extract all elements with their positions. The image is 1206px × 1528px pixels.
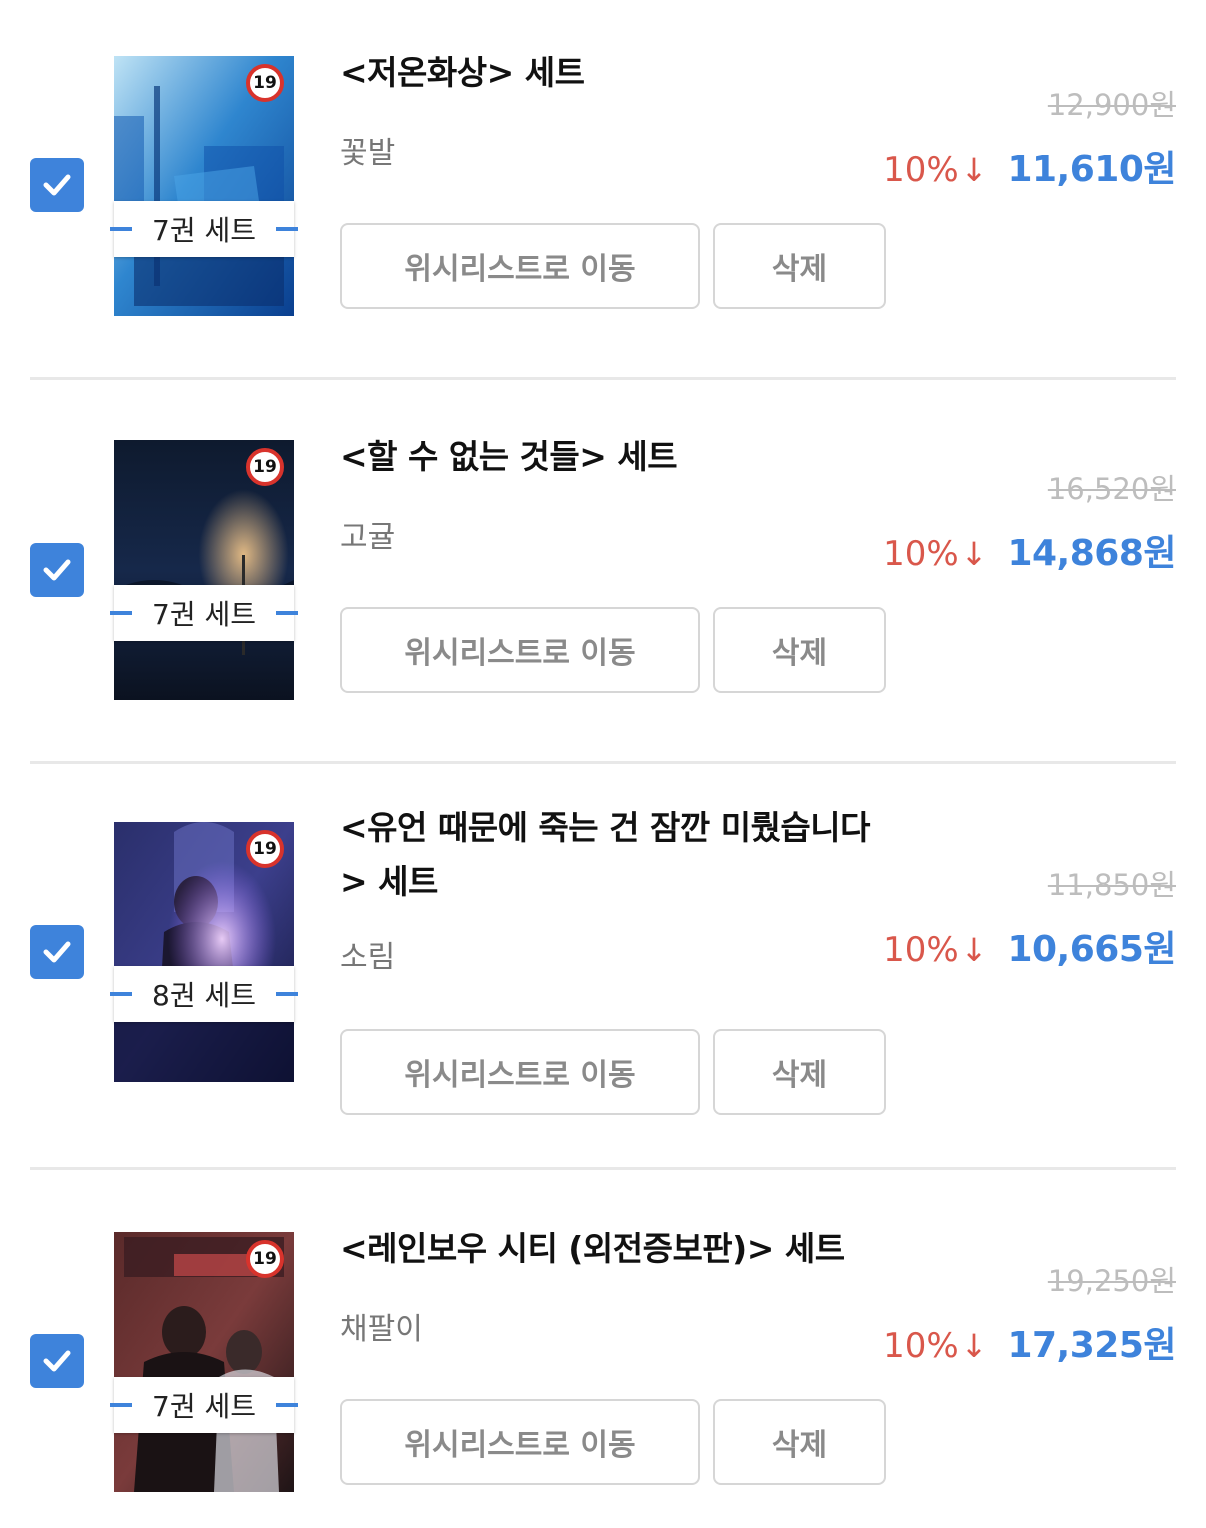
item-divider	[30, 761, 1176, 764]
book-author[interactable]: 고귤	[340, 512, 395, 556]
price-row: 10% ↓ 11,610원	[883, 140, 1176, 192]
book-cover[interactable]: 19	[114, 440, 294, 700]
book-author[interactable]: 소림	[340, 932, 395, 976]
price-row: 10% ↓ 17,325원	[883, 1316, 1176, 1368]
set-count-text: 7권 세트	[152, 598, 256, 631]
label-dash	[110, 227, 132, 231]
delete-button[interactable]: 삭제	[713, 607, 886, 693]
final-price: 11,610원	[1007, 149, 1176, 190]
label-dash	[276, 611, 298, 615]
move-to-wishlist-button[interactable]: 위시리스트로 이동	[340, 1029, 700, 1115]
age-19-badge-icon: 19	[246, 830, 284, 868]
down-arrow-icon: ↓	[960, 1327, 988, 1365]
checkmark-icon	[43, 559, 71, 581]
checkmark-icon	[43, 1350, 71, 1372]
down-arrow-icon: ↓	[960, 535, 988, 573]
age-19-badge-icon: 19	[246, 64, 284, 102]
label-dash	[110, 611, 132, 615]
book-title[interactable]: <저온화상> 세트	[340, 46, 880, 100]
original-price: 12,900원	[1047, 88, 1176, 122]
discount-rate: 10%	[883, 534, 959, 574]
item-divider	[30, 1167, 1176, 1170]
book-cover[interactable]: 19	[114, 56, 294, 316]
price-row: 10% ↓ 14,868원	[883, 524, 1176, 576]
price-row: 10% ↓ 10,665원	[883, 920, 1176, 972]
discount-rate: 10%	[883, 1326, 959, 1366]
set-count-text: 7권 세트	[152, 214, 256, 247]
label-dash	[276, 227, 298, 231]
original-price: 19,250원	[1047, 1264, 1176, 1298]
set-count-label: 7권 세트	[110, 201, 298, 257]
original-price: 16,520원	[1047, 472, 1176, 506]
delete-button[interactable]: 삭제	[713, 223, 886, 309]
book-author[interactable]: 채팔이	[340, 1304, 423, 1348]
label-dash	[110, 992, 132, 996]
down-arrow-icon: ↓	[960, 151, 988, 189]
delete-button[interactable]: 삭제	[713, 1399, 886, 1485]
set-count-label: 7권 세트	[110, 1377, 298, 1433]
set-count-text: 8권 세트	[152, 979, 256, 1012]
label-dash	[276, 1403, 298, 1407]
move-to-wishlist-button[interactable]: 위시리스트로 이동	[340, 1399, 700, 1485]
set-count-text: 7권 세트	[152, 1390, 256, 1423]
final-price: 10,665원	[1007, 929, 1176, 970]
book-cover[interactable]: 19	[114, 822, 294, 1082]
move-to-wishlist-button[interactable]: 위시리스트로 이동	[340, 223, 700, 309]
book-title[interactable]: <유언 때문에 죽는 건 잠깐 미뤘습니다> 세트	[340, 801, 880, 909]
original-price: 11,850원	[1047, 868, 1176, 902]
book-title[interactable]: <레인보우 시티 (외전증보판)> 세트	[340, 1222, 880, 1276]
book-author[interactable]: 꽃발	[340, 128, 395, 172]
discount-rate: 10%	[883, 150, 959, 190]
set-count-label: 8권 세트	[110, 966, 298, 1022]
book-title[interactable]: <할 수 없는 것들> 세트	[340, 430, 880, 484]
final-price: 14,868원	[1007, 533, 1176, 574]
age-19-badge-icon: 19	[246, 1240, 284, 1278]
delete-button[interactable]: 삭제	[713, 1029, 886, 1115]
item-checkbox[interactable]	[30, 925, 84, 979]
item-checkbox[interactable]	[30, 543, 84, 597]
checkmark-icon	[43, 941, 71, 963]
label-dash	[110, 1403, 132, 1407]
age-19-badge-icon: 19	[246, 448, 284, 486]
discount-rate: 10%	[883, 930, 959, 970]
set-count-label: 7권 세트	[110, 585, 298, 641]
item-checkbox[interactable]	[30, 1334, 84, 1388]
checkmark-icon	[43, 174, 71, 196]
label-dash	[276, 992, 298, 996]
move-to-wishlist-button[interactable]: 위시리스트로 이동	[340, 607, 700, 693]
book-cover[interactable]: 19	[114, 1232, 294, 1492]
item-checkbox[interactable]	[30, 158, 84, 212]
item-divider	[30, 377, 1176, 380]
final-price: 17,325원	[1007, 1325, 1176, 1366]
down-arrow-icon: ↓	[960, 931, 988, 969]
